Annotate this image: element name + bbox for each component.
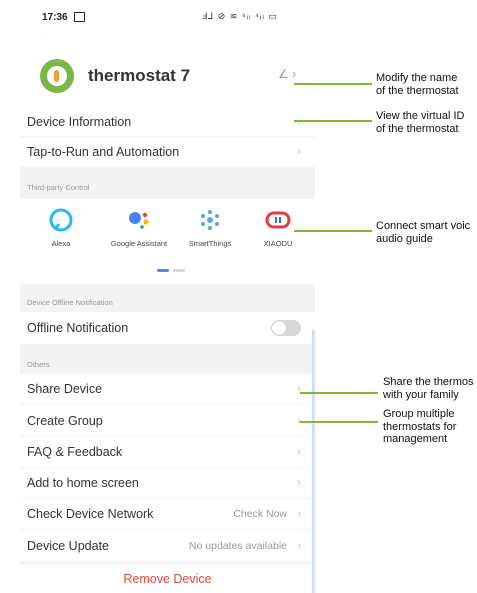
section-third-party: Third-party Control xyxy=(27,183,90,192)
device-update-label: Device Update xyxy=(27,538,109,553)
device-update-value: No updates available xyxy=(188,539,287,552)
callout-modify-name: Modify the name of the thermostat xyxy=(376,72,459,97)
alexa-icon xyxy=(48,207,74,233)
callout-line-voice xyxy=(294,230,372,232)
thermostat-icon xyxy=(40,59,74,93)
chevron-right-icon: › xyxy=(297,446,301,458)
status-icons: Ⅎ⅃ ⊘ ≋ ⁴ᵢₗ ⁴ᵢₗ ▭ xyxy=(202,11,278,21)
callout-share: Share the thermos with your family xyxy=(383,376,474,401)
check-network-row[interactable]: Check Device Network Check Now › xyxy=(20,499,315,529)
google-assistant-tile[interactable]: Google Assistant xyxy=(109,207,169,248)
alexa-tile[interactable]: Alexa xyxy=(31,207,91,248)
smartthings-label: SmartThings xyxy=(188,239,232,248)
device-information-row[interactable]: Device Information › xyxy=(20,107,315,136)
offline-notification-toggle[interactable] xyxy=(271,320,301,336)
page-indicator-dot xyxy=(173,269,185,272)
offline-notification-row: Offline Notification xyxy=(20,312,315,344)
share-device-label: Share Device xyxy=(27,382,103,396)
tap-to-run-row[interactable]: Tap-to-Run and Automation › xyxy=(20,137,315,167)
xiaodu-tile[interactable]: XIAODU xyxy=(248,207,308,248)
create-group-row[interactable]: Create Group › xyxy=(20,405,315,436)
page-indicator xyxy=(157,269,185,272)
add-home-screen-row[interactable]: Add to home screen › xyxy=(20,468,315,498)
check-network-value: Check Now xyxy=(233,508,287,520)
chevron-right-icon: › xyxy=(297,508,301,520)
callout-view-id: View the virtual ID of the thermostat xyxy=(376,110,465,135)
share-device-row[interactable]: Share Device › xyxy=(20,374,315,404)
google-assistant-label: Google Assistant xyxy=(110,239,168,248)
status-bar: 17:36 Ⅎ⅃ ⊘ ≋ ⁴ᵢₗ ⁴ᵢₗ ▭ xyxy=(20,0,315,34)
section-others: Others xyxy=(27,360,50,369)
remove-device-button[interactable]: Remove Device xyxy=(20,565,315,593)
device-name: thermostat 7 xyxy=(88,66,191,85)
offline-notification-label: Offline Notification xyxy=(27,321,129,335)
add-home-screen-label: Add to home screen xyxy=(27,476,139,490)
faq-feedback-label: FAQ & Feedback xyxy=(27,445,123,459)
callout-line-virtual-id xyxy=(294,120,372,122)
callout-line-modify xyxy=(294,83,372,85)
create-group-label: Create Group xyxy=(27,413,103,428)
faq-feedback-row[interactable]: FAQ & Feedback › xyxy=(20,437,315,467)
device-update-row[interactable]: Device Update No updates available › xyxy=(20,530,315,561)
smartthings-icon xyxy=(197,207,223,233)
phone-screen: 17:36 Ⅎ⅃ ⊘ ≋ ⁴ᵢₗ ⁴ᵢₗ ▭ ‹ thermostat 7 ∠ … xyxy=(20,0,315,593)
device-information-label: Device Information xyxy=(27,114,132,129)
callout-group: Group multiple thermostats for managemen… xyxy=(383,408,457,445)
xiaodu-label: XIAODU xyxy=(263,239,293,248)
callout-connect-voice: Connect smart voic audio guide xyxy=(376,220,471,245)
callout-line-group xyxy=(300,421,378,423)
status-time: 17:36 xyxy=(42,12,68,23)
callout-line-share xyxy=(300,392,378,394)
xiaodu-icon xyxy=(265,207,291,233)
section-offline-notification: Device Offline Notification xyxy=(27,298,113,307)
edit-name-button[interactable]: ∠ › xyxy=(278,67,296,81)
chevron-right-icon: › xyxy=(297,539,301,552)
smartthings-tile[interactable]: SmartThings xyxy=(180,207,240,248)
tap-to-run-label: Tap-to-Run and Automation xyxy=(27,145,180,159)
chevron-right-icon: › xyxy=(297,146,301,158)
third-party-control-panel: Alexa Google Assistant SmartThings XIAOD… xyxy=(20,199,315,284)
check-network-label: Check Device Network xyxy=(27,507,154,521)
chevron-right-icon: › xyxy=(297,477,301,489)
page-indicator-dot-active xyxy=(157,269,169,272)
alexa-label: Alexa xyxy=(51,239,71,248)
screen-record-icon xyxy=(74,12,85,22)
scrollbar[interactable] xyxy=(312,330,315,593)
google-assistant-icon xyxy=(126,207,152,233)
